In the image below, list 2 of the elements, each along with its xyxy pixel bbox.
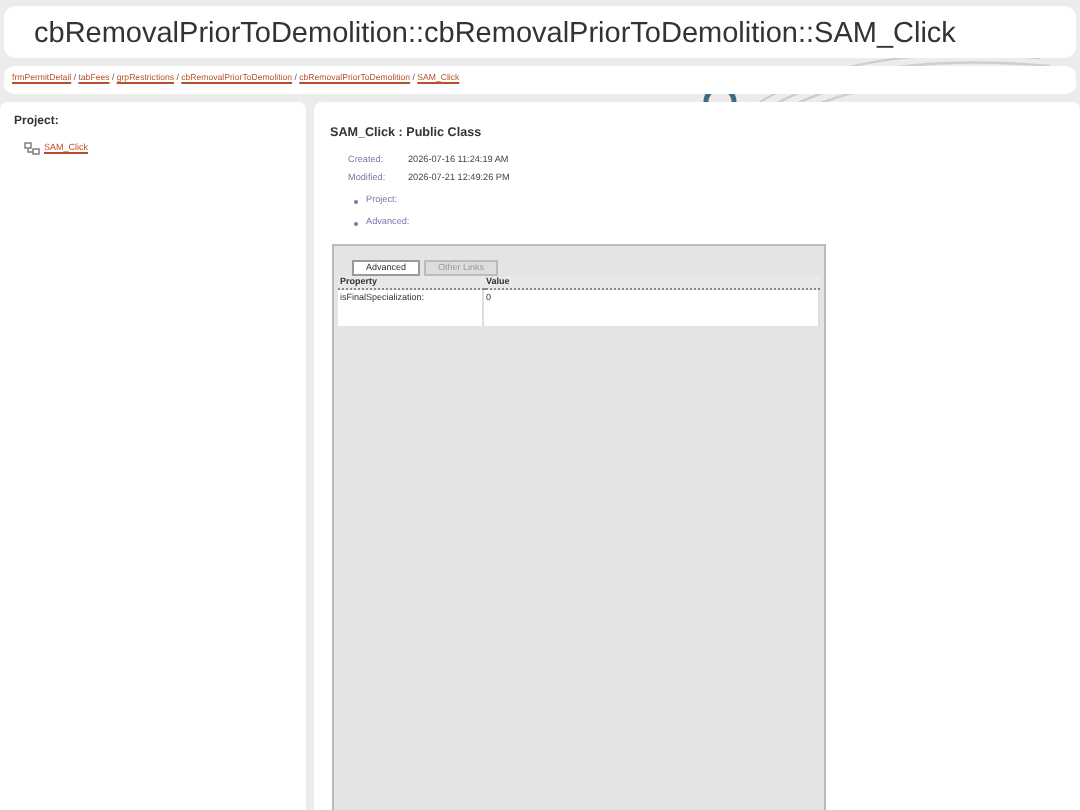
- class-icon: [24, 142, 40, 156]
- page-title: cbRemovalPriorToDemolition::cbRemovalPriorToDemolition::SAM_Click: [4, 6, 1076, 58]
